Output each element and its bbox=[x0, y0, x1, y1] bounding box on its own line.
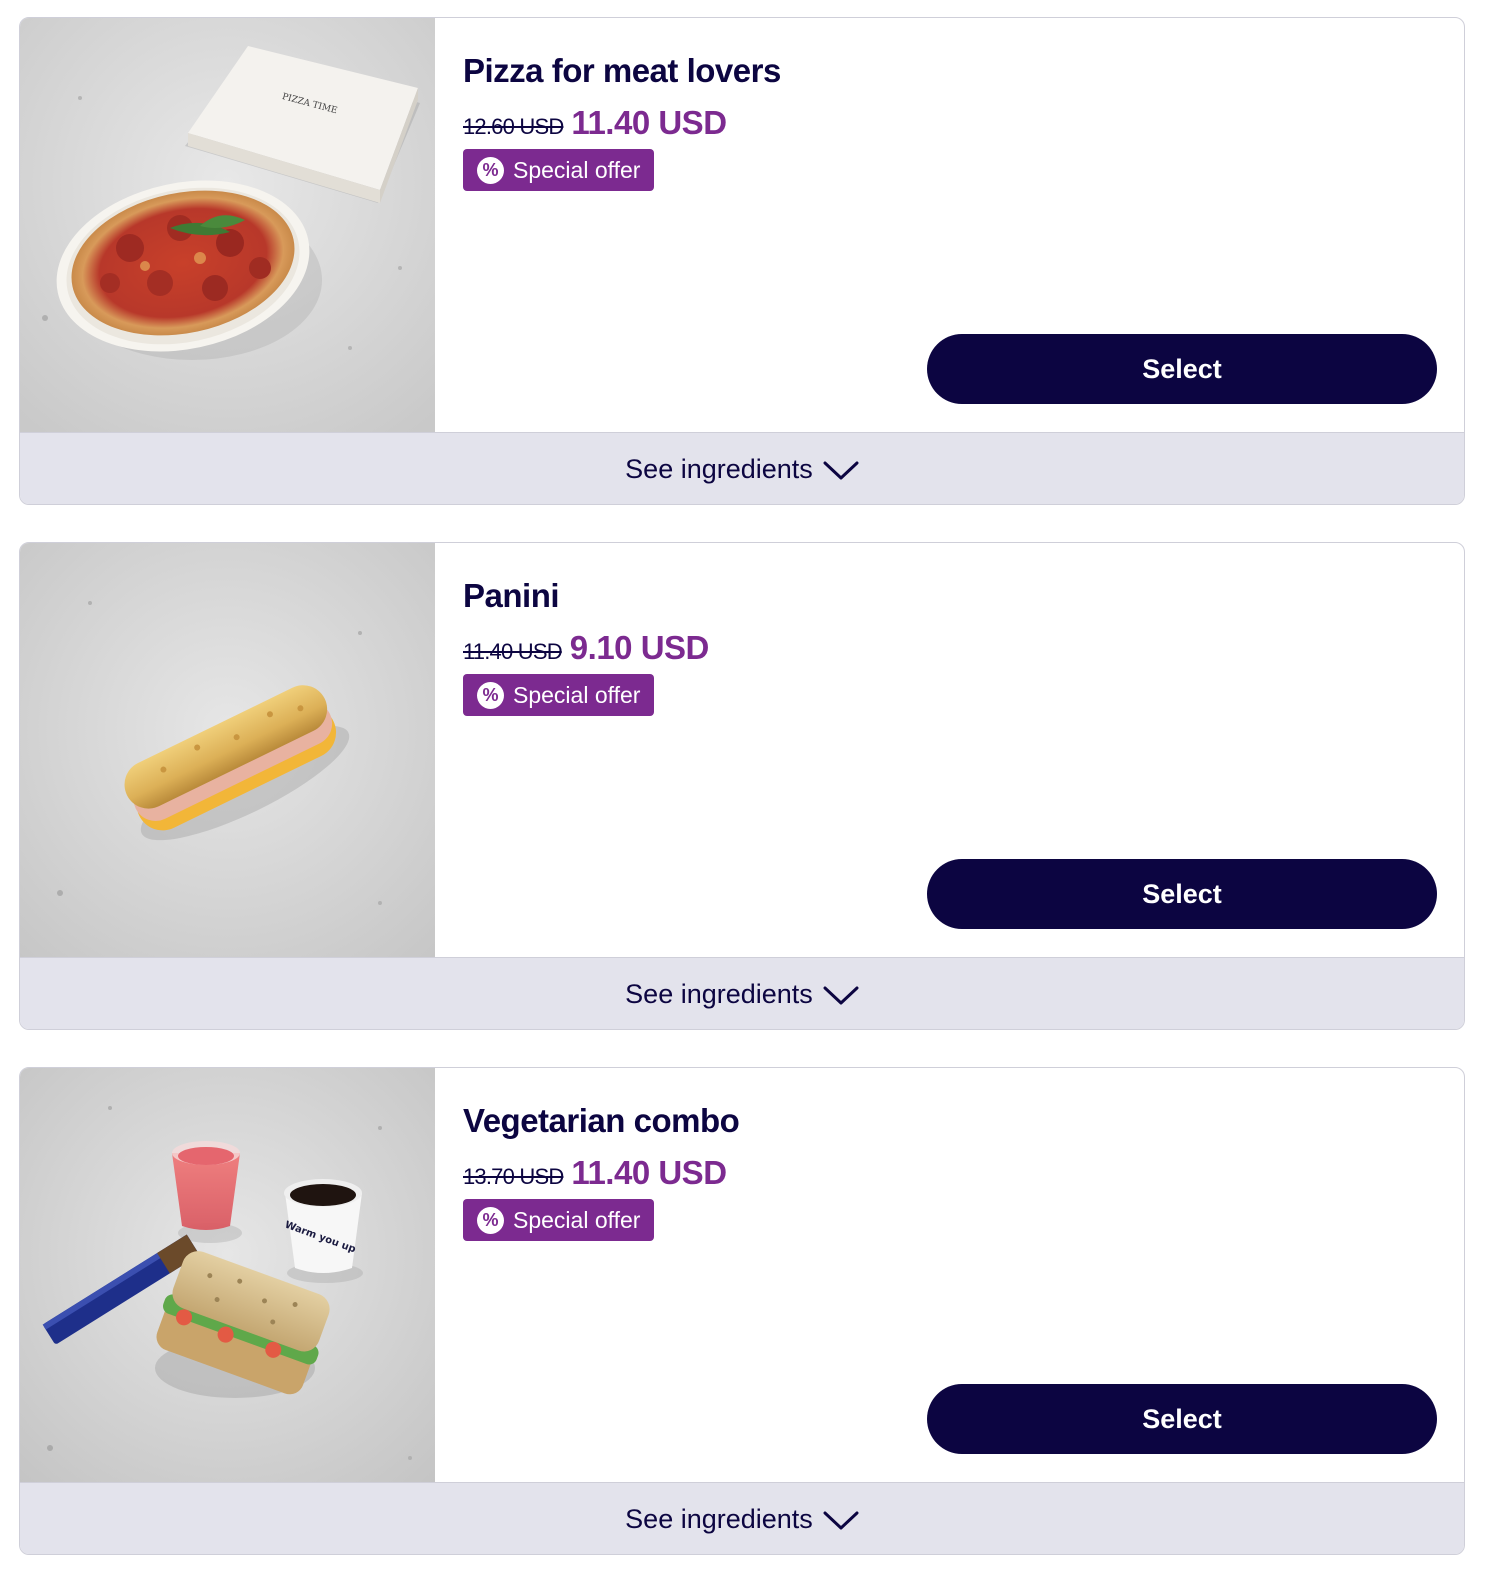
product-title: Pizza for meat lovers bbox=[463, 52, 781, 89]
see-ingredients-toggle[interactable]: See ingredients bbox=[20, 957, 1464, 1029]
chevron-down-icon bbox=[823, 461, 859, 479]
vegetarian-combo-photo: Warm you up bbox=[20, 1068, 435, 1482]
product-info: Pizza for meat lovers 12.60 USD 11.40 US… bbox=[463, 50, 781, 191]
see-ingredients-toggle[interactable]: See ingredients bbox=[20, 1482, 1464, 1554]
discounted-price: 11.40 USD bbox=[571, 1154, 727, 1191]
badge-label: Special offer bbox=[513, 156, 641, 183]
select-button[interactable]: Select bbox=[927, 859, 1437, 929]
discounted-price: 9.10 USD bbox=[569, 629, 710, 666]
select-button[interactable]: Select bbox=[927, 1384, 1437, 1454]
see-ingredients-label: See ingredients bbox=[625, 454, 813, 484]
discounted-price: 11.40 USD bbox=[571, 104, 727, 141]
price-row: 13.70 USD 11.40 USD bbox=[463, 1154, 739, 1192]
product-info: Vegetarian combo 13.70 USD 11.40 USD % S… bbox=[463, 1100, 740, 1241]
price-row: 12.60 USD 11.40 USD bbox=[463, 104, 781, 142]
percent-icon: % bbox=[477, 681, 504, 709]
see-ingredients-label: See ingredients bbox=[625, 1504, 813, 1534]
product-card: PIZZA TIME Pizza for meat lovers 12.60 U… bbox=[19, 17, 1465, 505]
chevron-down-icon bbox=[823, 986, 859, 1004]
product-card-main: Panini 11.40 USD 9.10 USD % Special offe… bbox=[20, 543, 1464, 957]
percent-icon: % bbox=[477, 156, 504, 184]
badge-label: Special offer bbox=[513, 1206, 641, 1233]
see-ingredients-toggle[interactable]: See ingredients bbox=[20, 432, 1464, 504]
product-card: Warm you up Vegetarian combo 13.70 USD 1… bbox=[19, 1067, 1465, 1555]
special-offer-badge: % Special offer bbox=[463, 674, 655, 716]
panini-photo bbox=[20, 543, 435, 957]
special-offer-badge: % Special offer bbox=[463, 1199, 655, 1241]
chevron-down-icon bbox=[823, 1511, 859, 1529]
product-card-main: PIZZA TIME Pizza for meat lovers 12.60 U… bbox=[20, 18, 1464, 432]
special-offer-badge: % Special offer bbox=[463, 149, 655, 191]
product-title: Vegetarian combo bbox=[463, 1102, 740, 1139]
price-row: 11.40 USD 9.10 USD bbox=[463, 629, 709, 667]
original-price: 12.60 USD bbox=[463, 114, 564, 139]
product-card-main: Warm you up Vegetarian combo 13.70 USD 1… bbox=[20, 1068, 1464, 1482]
badge-label: Special offer bbox=[513, 681, 641, 708]
original-price: 11.40 USD bbox=[463, 639, 563, 664]
original-price: 13.70 USD bbox=[463, 1164, 564, 1189]
pizza-photo: PIZZA TIME bbox=[20, 18, 435, 432]
product-list: PIZZA TIME Pizza for meat lovers 12.60 U… bbox=[0, 0, 1508, 1596]
product-title: Panini bbox=[463, 577, 560, 614]
product-card: Panini 11.40 USD 9.10 USD % Special offe… bbox=[19, 542, 1465, 1030]
percent-icon: % bbox=[477, 1206, 504, 1234]
see-ingredients-label: See ingredients bbox=[625, 979, 813, 1009]
select-button[interactable]: Select bbox=[927, 334, 1437, 404]
product-info: Panini 11.40 USD 9.10 USD % Special offe… bbox=[463, 575, 709, 716]
